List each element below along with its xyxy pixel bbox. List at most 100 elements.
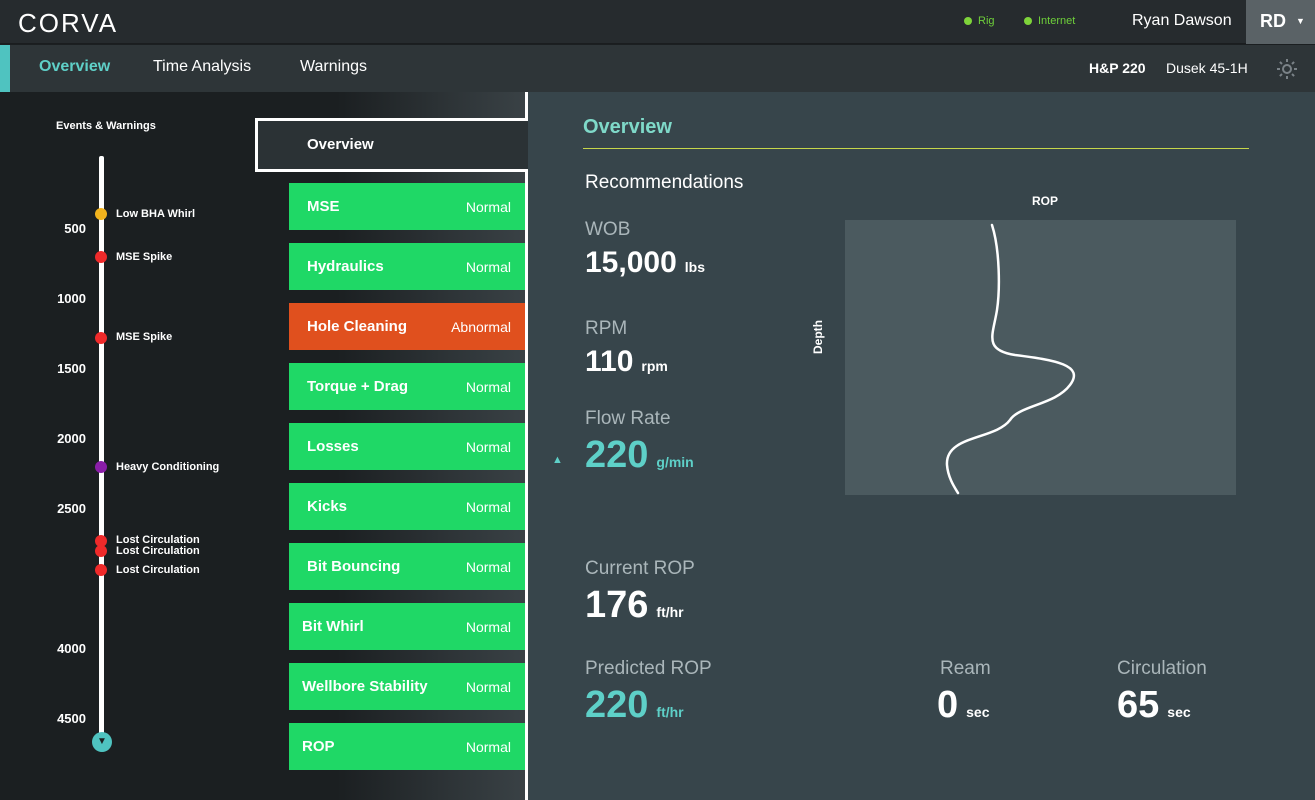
caret-down-icon: ▼ xyxy=(1296,16,1305,26)
event-marker[interactable] xyxy=(95,545,107,557)
event-label: MSE Spike xyxy=(116,251,173,263)
timeline-title: Events & Warnings xyxy=(56,120,156,132)
category-kicks[interactable]: Kicks Normal xyxy=(289,483,525,530)
depth-label: 1500 xyxy=(57,361,86,376)
circulation-unit: sec xyxy=(1167,704,1191,720)
overview-panel: Overview Recommendations WOB 15,000 lbs R… xyxy=(528,92,1315,800)
events-timeline: Events & Warnings 500 1000 1500 2000 250… xyxy=(0,92,255,800)
category-bit-bouncing[interactable]: Bit Bouncing Normal xyxy=(289,543,525,590)
ream-number: 0 xyxy=(937,684,959,726)
category-state: Abnormal xyxy=(451,319,511,335)
internet-status-dot-icon xyxy=(1024,17,1032,25)
rpm-unit: rpm xyxy=(641,358,668,374)
category-name: Bit Bouncing xyxy=(307,558,401,575)
timeline-axis xyxy=(99,156,104,742)
circulation-value: 65 sec xyxy=(1117,684,1191,727)
gear-icon[interactable] xyxy=(1275,57,1299,81)
wob-value: 15,000 lbs xyxy=(585,246,705,280)
category-rop[interactable]: ROP Normal xyxy=(289,723,525,770)
event-label: Lost Circulation xyxy=(116,564,200,576)
rig-status: Rig xyxy=(964,15,995,27)
user-menu-button[interactable]: RD ▼ xyxy=(1246,0,1315,44)
current-rop-label: Current ROP xyxy=(585,558,695,579)
rpm-value: 110 rpm xyxy=(585,345,668,379)
rig-status-dot-icon xyxy=(964,17,972,25)
tab-warnings[interactable]: Warnings xyxy=(300,58,367,76)
flow-rate-label: Flow Rate xyxy=(585,408,671,429)
category-losses[interactable]: Losses Normal xyxy=(289,423,525,470)
app-root: CORVA Rig Internet Ryan Dawson RD ▼ Over… xyxy=(0,0,1315,800)
wob-label: WOB xyxy=(585,219,631,240)
category-state: Normal xyxy=(465,559,511,575)
category-hole-cleaning[interactable]: Hole Cleaning Abnormal xyxy=(289,303,525,350)
rop-chart-title: ROP xyxy=(1032,194,1059,208)
circulation-number: 65 xyxy=(1117,684,1160,726)
category-name: Bit Whirl xyxy=(302,618,364,635)
internet-status: Internet xyxy=(1024,15,1075,27)
depth-label: 1000 xyxy=(57,291,86,306)
predicted-rop-unit: ft/hr xyxy=(656,704,684,720)
category-state: Normal xyxy=(465,619,511,635)
flow-rate-unit: g/min xyxy=(656,454,694,470)
category-torque-drag[interactable]: Torque + Drag Normal xyxy=(289,363,525,410)
predicted-rop-number: 220 xyxy=(585,684,649,726)
event-marker[interactable] xyxy=(95,564,107,576)
event-marker[interactable] xyxy=(95,461,107,473)
category-name: Wellbore Stability xyxy=(302,678,428,695)
event-marker[interactable] xyxy=(95,332,107,344)
category-hydraulics[interactable]: Hydraulics Normal xyxy=(289,243,525,290)
overview-selector-label: Overview xyxy=(307,136,374,153)
category-state: Normal xyxy=(465,259,511,275)
category-wellbore-stability[interactable]: Wellbore Stability Normal xyxy=(289,663,525,710)
event-label: Heavy Conditioning xyxy=(116,461,220,473)
event-marker[interactable] xyxy=(95,208,107,220)
current-rop-unit: ft/hr xyxy=(656,604,684,620)
category-state: Normal xyxy=(465,499,511,515)
category-state: Normal xyxy=(465,379,511,395)
overview-selector[interactable]: Overview xyxy=(255,118,528,172)
category-name: Losses xyxy=(307,438,359,455)
rig-name: H&P 220 xyxy=(1089,60,1146,76)
user-name: Ryan Dawson xyxy=(1132,12,1232,29)
tab-overview[interactable]: Overview xyxy=(39,58,110,76)
category-state: Normal xyxy=(465,739,511,755)
analysis-categories: Overview MSE Normal Hydraulics Normal Ho… xyxy=(255,92,528,800)
rop-chart-ylabel: Depth xyxy=(811,320,825,354)
ream-label: Ream xyxy=(940,658,991,679)
category-mse[interactable]: MSE Normal xyxy=(289,183,525,230)
rop-chart xyxy=(845,220,1236,495)
nav-bar: Overview Time Analysis Warnings H&P 220 … xyxy=(0,45,1315,92)
rop-curve xyxy=(945,223,1076,495)
category-name: ROP xyxy=(302,738,335,755)
category-state: Normal xyxy=(465,199,511,215)
internet-status-label: Internet xyxy=(1038,15,1076,27)
event-marker[interactable] xyxy=(95,251,107,263)
recommendations-title: Recommendations xyxy=(585,172,744,193)
tab-time-analysis[interactable]: Time Analysis xyxy=(153,58,251,76)
timeline-end-arrow-icon[interactable]: ▼ xyxy=(92,732,112,752)
category-bit-whirl[interactable]: Bit Whirl Normal xyxy=(289,603,525,650)
category-name: Hydraulics xyxy=(307,258,384,275)
depth-label: 4500 xyxy=(57,711,86,726)
depth-label: 2000 xyxy=(57,431,86,446)
event-label: MSE Spike xyxy=(116,331,173,343)
ream-value: 0 sec xyxy=(937,684,990,727)
depth-label: 500 xyxy=(64,221,86,236)
corva-logo: CORVA xyxy=(18,8,119,38)
well-name: Dusek 45-1H xyxy=(1166,60,1248,76)
panel-title: Overview xyxy=(583,116,672,138)
predicted-rop-label: Predicted ROP xyxy=(585,658,712,679)
ream-unit: sec xyxy=(966,704,990,720)
category-name: Torque + Drag xyxy=(307,378,408,395)
top-bar: CORVA Rig Internet Ryan Dawson RD ▼ xyxy=(0,0,1315,44)
current-rop-number: 176 xyxy=(585,584,649,626)
circulation-label: Circulation xyxy=(1117,658,1207,679)
category-name: Hole Cleaning xyxy=(307,318,408,335)
arrow-up-icon: ▲ xyxy=(552,454,563,466)
event-label: Lost Circulation xyxy=(116,545,200,557)
rpm-label: RPM xyxy=(585,318,628,339)
predicted-rop-value: 220 ft/hr xyxy=(585,684,684,727)
wob-number: 15,000 xyxy=(585,246,677,279)
rpm-number: 110 xyxy=(585,345,634,378)
wob-unit: lbs xyxy=(684,259,705,275)
